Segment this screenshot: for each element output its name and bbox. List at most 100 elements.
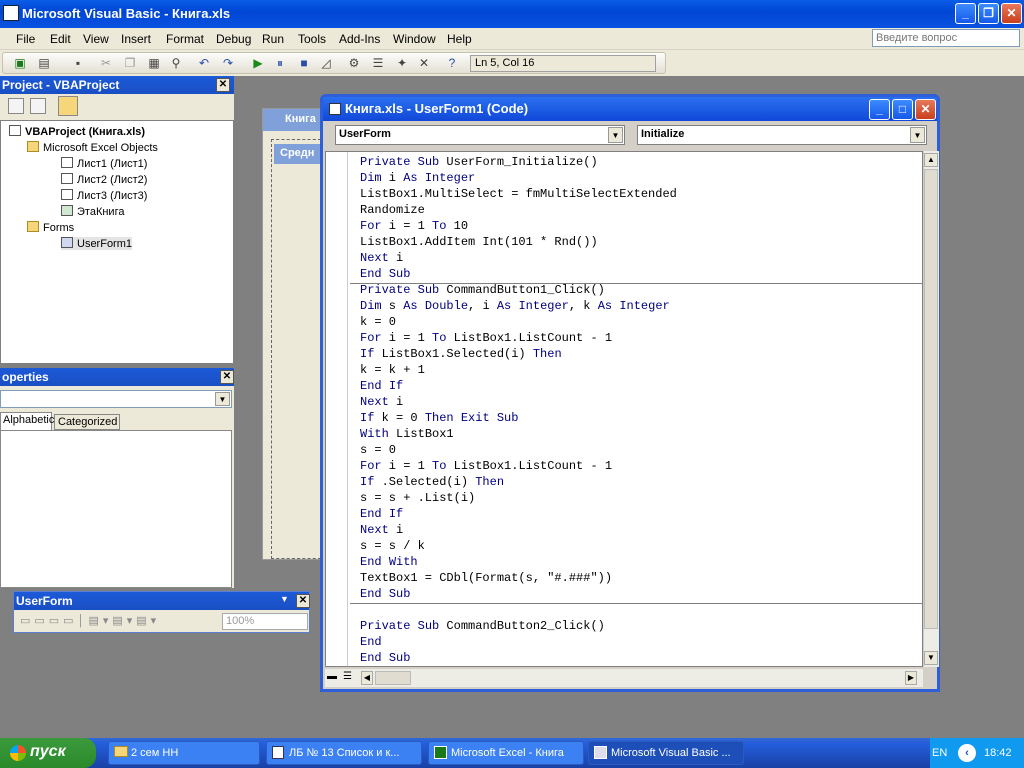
scroll-up-icon[interactable]: ▲ — [924, 153, 938, 167]
task-excel[interactable]: Microsoft Excel - Книга — [428, 741, 584, 765]
margin-indicator-bar[interactable] — [326, 152, 348, 666]
run-icon[interactable]: ▶ — [250, 55, 266, 71]
code-line[interactable]: Private Sub CommandButton2_Click() — [360, 618, 677, 634]
object-browser-icon[interactable]: ✦ — [394, 55, 410, 71]
menu-run[interactable]: Run — [262, 32, 284, 46]
properties-close-button[interactable]: ✕ — [220, 370, 234, 384]
view-code-icon[interactable] — [8, 98, 24, 114]
tab-alphabetic[interactable]: Alphabetic — [0, 412, 54, 430]
code-editor[interactable]: Private Sub UserForm_Initialize() Dim i A… — [325, 151, 923, 667]
hscroll-thumb[interactable] — [375, 671, 411, 685]
find-icon[interactable]: ⚲ — [168, 55, 184, 71]
code-line[interactable] — [360, 602, 677, 618]
code-line[interactable]: Dim i As Integer — [360, 170, 677, 186]
code-line[interactable]: Private Sub CommandButton1_Click() — [360, 282, 677, 298]
code-line[interactable]: ListBox1.MultiSelect = fmMultiSelectExte… — [360, 186, 677, 202]
code-line[interactable]: If .Selected(i) Then — [360, 474, 677, 490]
menu-window[interactable]: Window — [393, 32, 436, 46]
procedure-dropdown[interactable]: Initialize ▼ — [637, 125, 927, 145]
properties-grid[interactable] — [0, 430, 232, 588]
code-line[interactable]: If k = 0 Then Exit Sub — [360, 410, 677, 426]
help-icon[interactable]: ? — [444, 55, 460, 71]
menu-file[interactable]: File — [16, 32, 35, 46]
task-2sem[interactable]: 2 сем НН — [108, 741, 260, 765]
paste-icon[interactable]: ▦ — [146, 55, 162, 71]
object-select[interactable]: ▼ — [0, 390, 232, 408]
scroll-left-icon[interactable]: ◀ — [361, 671, 373, 685]
userform-toolbar-close[interactable]: ✕ — [296, 594, 310, 608]
toolbox-icon[interactable]: ✕ — [416, 55, 432, 71]
scroll-down-icon[interactable]: ▼ — [924, 651, 938, 665]
menu-format[interactable]: Format — [166, 32, 204, 46]
vba-app-icon[interactable] — [3, 5, 19, 21]
redo-icon[interactable]: ↷ — [220, 55, 236, 71]
close-button[interactable]: ✕ — [1001, 3, 1022, 24]
break-icon[interactable]: ⏸ — [272, 55, 288, 71]
align-tools-icons[interactable]: ▭▭▭▭│▤▾▤▾▤▾ — [20, 614, 210, 628]
code-line[interactable]: k = 0 — [360, 314, 677, 330]
task-lb13[interactable]: ЛБ № 13 Список и к... — [266, 741, 422, 765]
menu-tools[interactable]: Tools — [298, 32, 326, 46]
design-mode-icon[interactable]: ◿ — [318, 55, 334, 71]
zoom-select[interactable]: 100% — [222, 613, 308, 630]
code-close-button[interactable]: ✕ — [915, 99, 936, 120]
code-line[interactable]: TextBox1 = CDbl(Format(s, "#.###")) — [360, 570, 677, 586]
properties-window-icon[interactable]: ☰ — [370, 55, 386, 71]
minimize-button[interactable]: _ — [955, 3, 976, 24]
excel-icon[interactable]: ▣ — [12, 55, 28, 71]
toolbar-options-icon[interactable]: ▼ — [280, 594, 289, 604]
code-line[interactable]: End If — [360, 506, 677, 522]
scroll-thumb[interactable] — [924, 169, 938, 629]
menu-view[interactable]: View — [83, 32, 109, 46]
code-maximize-button[interactable]: □ — [892, 99, 913, 120]
code-line[interactable]: If ListBox1.Selected(i) Then — [360, 346, 677, 362]
code-line[interactable]: End With — [360, 554, 677, 570]
tree-item[interactable]: Лист2 (Лист2) — [61, 173, 147, 186]
ask-question-box[interactable]: Введите вопрос — [872, 29, 1020, 47]
code-line[interactable]: For i = 1 To 10 — [360, 218, 677, 234]
full-module-view-icon[interactable]: ☰ — [343, 671, 357, 685]
toggle-folders-icon[interactable] — [58, 96, 78, 116]
code-line[interactable]: Randomize — [360, 202, 677, 218]
cut-icon[interactable]: ✂ — [98, 55, 114, 71]
project-explorer-icon[interactable]: ⚙ — [346, 55, 362, 71]
code-line[interactable]: End Sub — [360, 586, 677, 602]
code-line[interactable]: For i = 1 To ListBox1.ListCount - 1 — [360, 458, 677, 474]
undo-icon[interactable]: ↶ — [196, 55, 212, 71]
save-icon[interactable]: ▪ — [70, 55, 86, 71]
language-indicator[interactable]: EN — [932, 747, 947, 759]
code-line[interactable]: End Sub — [360, 266, 677, 282]
menu-insert[interactable]: Insert — [121, 32, 151, 46]
code-line[interactable]: End Sub — [360, 650, 677, 666]
code-line[interactable]: Next i — [360, 250, 677, 266]
project-close-button[interactable]: ✕ — [216, 78, 230, 92]
menu-debug[interactable]: Debug — [216, 32, 251, 46]
code-line[interactable]: With ListBox1 — [360, 426, 677, 442]
code-line[interactable]: End If — [360, 378, 677, 394]
code-line[interactable]: s = s + .List(i) — [360, 490, 677, 506]
scroll-right-icon[interactable]: ▶ — [905, 671, 917, 685]
task-vba[interactable]: Microsoft Visual Basic ... — [588, 741, 744, 765]
code-minimize-button[interactable]: _ — [869, 99, 890, 120]
code-line[interactable]: For i = 1 To ListBox1.ListCount - 1 — [360, 330, 677, 346]
code-line[interactable]: Private Sub UserForm_Initialize() — [360, 154, 677, 170]
copy-icon[interactable]: ❐ — [122, 55, 138, 71]
tree-item[interactable]: Forms — [27, 221, 74, 234]
code-line[interactable]: Dim s As Double, i As Integer, k As Inte… — [360, 298, 677, 314]
horizontal-scrollbar[interactable]: ▬ ☰ ◀ ▶ — [325, 669, 923, 687]
restore-button[interactable]: ❐ — [978, 3, 999, 24]
tray-arrow-icon[interactable]: ‹ — [958, 744, 976, 762]
object-dropdown[interactable]: UserForm ▼ — [335, 125, 625, 145]
procedure-view-icon[interactable]: ▬ — [327, 671, 341, 685]
code-line[interactable]: ListBox1.AddItem Int(101 * Rnd()) — [360, 234, 677, 250]
form-canvas[interactable]: Средн — [271, 139, 322, 559]
tree-item[interactable]: Лист1 (Лист1) — [61, 157, 147, 170]
tab-categorized[interactable]: Categorized — [54, 414, 120, 430]
tree-item[interactable]: VBAProject (Книга.xls) — [9, 125, 145, 138]
code-text[interactable]: Private Sub UserForm_Initialize() Dim i A… — [360, 154, 677, 666]
tree-item[interactable]: ЭтаКнига — [61, 205, 124, 218]
insert-userform-icon[interactable]: ▤ — [36, 55, 52, 71]
code-line[interactable]: k = k + 1 — [360, 362, 677, 378]
view-object-icon[interactable] — [30, 98, 46, 114]
code-line[interactable]: s = 0 — [360, 442, 677, 458]
